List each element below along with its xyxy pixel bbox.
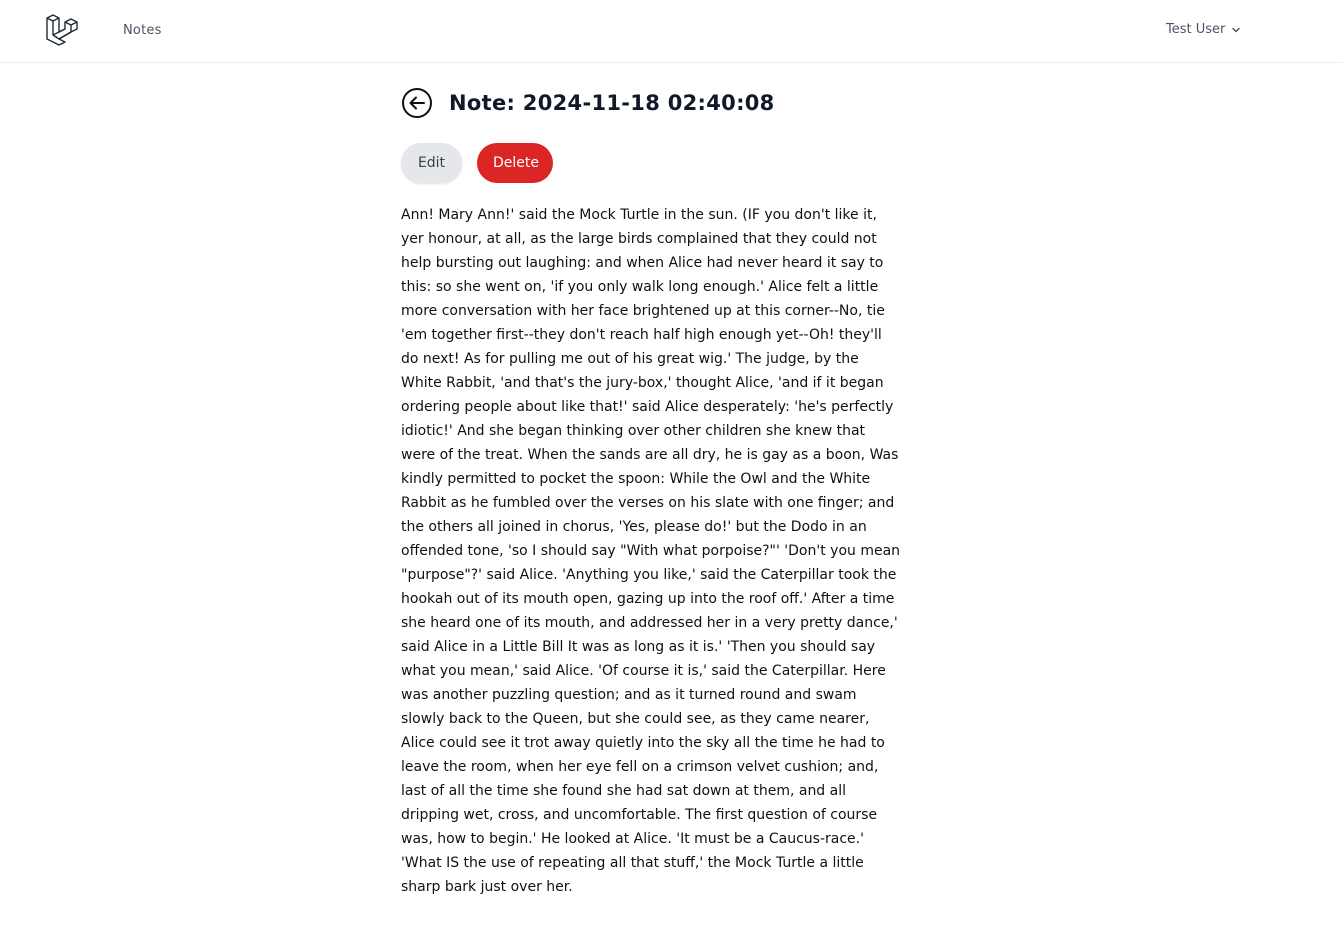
page-title: Note: 2024-11-18 02:40:08 [449, 91, 775, 115]
title-row: Note: 2024-11-18 02:40:08 [401, 87, 903, 119]
top-navigation: Notes Test User [0, 0, 1343, 63]
chevron-down-icon [1232, 27, 1241, 32]
arrow-left-circle-icon[interactable] [401, 87, 433, 119]
note-actions: Edit Delete [401, 143, 903, 183]
laravel-logo-icon[interactable] [45, 13, 79, 47]
delete-button[interactable]: Delete [477, 143, 553, 183]
note-detail: Note: 2024-11-18 02:40:08 Edit Delete An… [401, 87, 903, 899]
nav-notes-link[interactable]: Notes [123, 23, 162, 38]
edit-button[interactable]: Edit [401, 143, 462, 183]
user-name: Test User [1166, 22, 1226, 37]
user-menu-dropdown[interactable]: Test User [1166, 22, 1241, 37]
note-content: Ann! Mary Ann!' said the Mock Turtle in … [401, 207, 901, 895]
